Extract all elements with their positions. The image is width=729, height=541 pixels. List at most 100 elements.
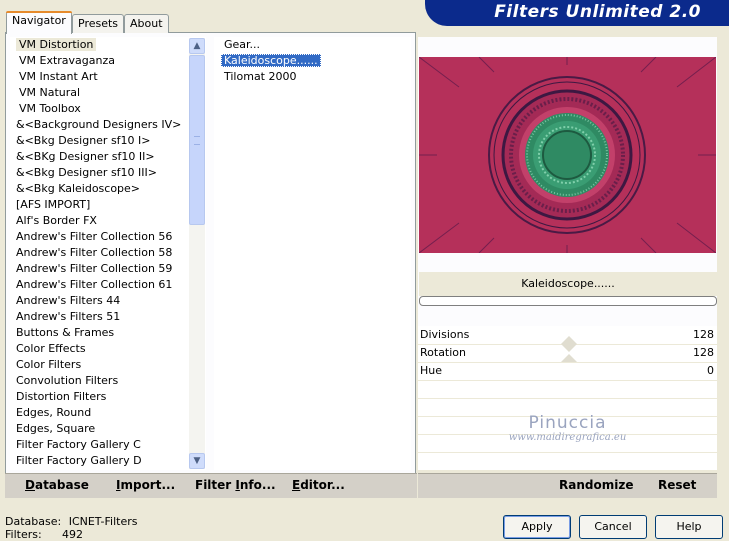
category-label: &<Bkg Designer sf10 III> [16,166,158,179]
category-item[interactable]: &<Bkg Designer sf10 III> [10,165,206,181]
category-item[interactable]: Filter Factory Gallery C [10,437,206,453]
category-item[interactable]: &<Bkg Kaleidoscope> [10,181,206,197]
tab-navigator[interactable]: Navigator [6,11,72,34]
category-label: VM Extravaganza [19,54,116,67]
category-item[interactable]: Alf's Border FX [10,213,206,229]
category-item[interactable]: Andrew's Filter Collection 58 [10,245,206,261]
cancel-button[interactable]: Cancel [579,515,647,539]
category-label: Andrew's Filters 51 [16,310,121,323]
param-hue[interactable]: Hue 0 [418,362,717,381]
category-label: Edges, Round [16,406,92,419]
category-item[interactable]: Edges, Square [10,421,206,437]
status-filters-label: Filters: [5,528,42,541]
category-item[interactable]: Andrew's Filter Collection 59 [10,261,206,277]
rotation-slider-thumb[interactable] [561,344,577,352]
category-item[interactable]: VM Distortion [10,37,206,53]
category-item[interactable]: Andrew's Filters 51 [10,309,206,325]
category-label: &<Background Designers IV> [16,118,182,131]
import-button[interactable]: Import... [116,478,175,492]
reset-button[interactable]: Reset [658,478,696,492]
category-label: [AFS IMPORT] [16,198,91,211]
category-label: Distortion Filters [16,390,107,403]
category-list[interactable]: VM Distortion VM Extravaganza VM Instant A… [10,37,206,470]
category-item[interactable]: Color Effects [10,341,206,357]
filter-list[interactable]: Gear... Kaleidoscope...... Tilomat 2000 [214,37,411,470]
category-label: Andrew's Filter Collection 56 [16,230,173,243]
filter-info-button[interactable]: Filter Info... [195,478,276,492]
randomize-button[interactable]: Randomize [559,478,633,492]
category-item[interactable]: [AFS IMPORT] [10,197,206,213]
param-value: 128 [693,328,714,341]
navigator-button-bar: Database Import... Filter Info... Editor… [5,473,417,498]
title-banner: Filters Unlimited 2.0 [425,0,729,26]
category-label: Color Effects [16,342,86,355]
chevron-up-icon[interactable]: ▲ [189,38,205,54]
status-filters: Filters: 492 [5,528,83,541]
category-label: Alf's Border FX [16,214,97,227]
category-item[interactable]: VM Extravaganza [10,53,206,69]
param-value: 0 [707,364,714,377]
category-label: Buttons & Frames [16,326,115,339]
category-item[interactable]: Filter Factory Gallery D [10,453,206,469]
category-label: Andrew's Filters 44 [16,294,121,307]
category-item[interactable]: &<BKg Designer sf10 II> [10,149,206,165]
category-item[interactable]: &<Background Designers IV> [10,117,206,133]
editor-button[interactable]: Editor... [292,478,345,492]
scrollbar-thumb[interactable] [189,55,205,225]
category-item[interactable]: Andrew's Filter Collection 61 [10,277,206,293]
tab-presets[interactable]: Presets [72,14,125,33]
category-label: VM Natural [19,86,81,99]
param-label: Rotation [420,346,467,359]
database-button[interactable]: Database [25,478,89,492]
hue-slider-thumb[interactable] [561,354,577,362]
progress-bar [419,296,717,306]
category-item[interactable]: Edges, Round [10,405,206,421]
filter-item[interactable]: Gear... [214,37,411,53]
help-button[interactable]: Help [655,515,723,539]
chevron-down-icon[interactable]: ▼ [189,453,205,469]
category-item[interactable]: VM Instant Art [10,69,206,85]
category-item[interactable]: VM Toolbox [10,101,206,117]
category-label: &<Bkg Kaleidoscope> [16,182,141,195]
status-filters-value: 492 [62,528,83,541]
filter-item[interactable]: Kaleidoscope...... [214,53,411,69]
watermark-url: www.maidiregrafica.eu [508,432,627,443]
param-value: 128 [693,346,714,359]
category-item[interactable]: Convolution Filters [10,373,206,389]
category-label: &<Bkg Designer sf10 I> [16,134,151,147]
category-label: Andrew's Filter Collection 61 [16,278,173,291]
category-item[interactable]: VM Natural [10,85,206,101]
category-item[interactable]: Color Filters [10,357,206,373]
category-item[interactable]: Distortion Filters [10,389,206,405]
category-label: &<BKg Designer sf10 II> [16,150,155,163]
preview-filter-name: Kaleidoscope...... [419,272,717,296]
watermark: Pinuccia www.maidiregrafica.eu [418,413,717,443]
divisions-slider-thumb[interactable] [561,336,577,344]
status-database-value: ICNET-Filters [68,515,138,528]
category-item[interactable]: &<Bkg Designer sf10 I> [10,133,206,149]
parameter-panel: Divisions 128 Rotation 128 Hue 0 [418,326,717,471]
preview-image [419,57,716,253]
preview-button-bar: Randomize Reset [418,473,717,498]
category-label: Color Filters [16,358,82,371]
category-scrollbar[interactable]: ▲ ▼ [189,38,205,469]
category-label: Filter Factory Gallery D [16,454,142,467]
watermark-name: Pinuccia [528,413,607,433]
category-label: VM Distortion [16,38,97,51]
category-item[interactable]: Andrew's Filter Collection 56 [10,229,206,245]
filter-label: Gear... [224,38,261,51]
category-label: Andrew's Filter Collection 59 [16,262,173,275]
filter-item[interactable]: Tilomat 2000 [214,69,411,85]
category-item[interactable]: Andrew's Filters 44 [10,293,206,309]
category-label: Convolution Filters [16,374,119,387]
param-label: Hue [420,364,443,377]
filter-label: Tilomat 2000 [224,70,297,83]
category-label: VM Instant Art [19,70,98,83]
category-label: Andrew's Filter Collection 58 [16,246,173,259]
apply-button[interactable]: Apply [503,515,571,539]
category-item[interactable]: Buttons & Frames [10,325,206,341]
tab-about[interactable]: About [124,14,169,33]
app-title: Filters Unlimited 2.0 [494,2,701,22]
filter-label: Kaleidoscope...... [221,54,321,67]
param-empty-row [418,452,717,471]
